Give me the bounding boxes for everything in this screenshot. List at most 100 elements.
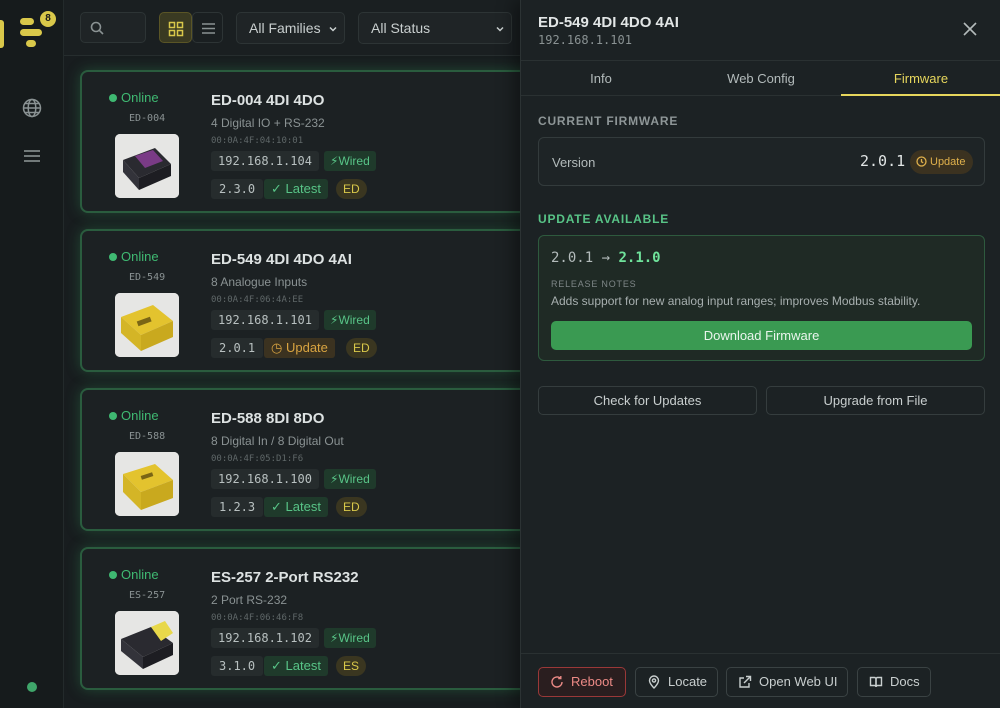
device-mac: 00:0A:4F:05:D1:F6: [211, 454, 304, 464]
panel-ip: 192.168.1.101: [538, 33, 632, 47]
menu-icon[interactable]: [21, 145, 43, 167]
tab-info[interactable]: Info: [521, 61, 681, 96]
device-mac: 00:0A:4F:06:4A:EE: [211, 295, 304, 305]
device-image: [115, 134, 179, 198]
device-ip: 192.168.1.100: [211, 469, 319, 489]
update-available-box: 2.0.1 → 2.1.0 RELEASE NOTES Adds support…: [538, 235, 985, 361]
toolbar: All Families All Status: [64, 0, 520, 56]
device-model: ED-588: [129, 431, 166, 442]
connection-status-dot: [27, 682, 37, 692]
families-select[interactable]: All Families: [236, 12, 345, 44]
firmware-state-badge: ✓ Latest: [264, 656, 328, 676]
connection-badge: ⚡︎Wired: [324, 151, 376, 171]
device-ip: 192.168.1.101: [211, 310, 319, 330]
check-icon: ✓: [271, 181, 286, 196]
firmware-state-badge: ◷ Update: [264, 338, 335, 358]
current-firmware-heading: CURRENT FIRMWARE: [538, 114, 679, 128]
locate-button[interactable]: Locate: [635, 667, 718, 697]
download-firmware-button[interactable]: Download Firmware: [551, 321, 972, 350]
upgrade-from-file-button[interactable]: Upgrade from File: [766, 386, 985, 415]
status-select[interactable]: All Status: [358, 12, 512, 44]
list-icon: [202, 23, 215, 34]
device-description: 8 Digital In / 8 Digital Out: [211, 434, 344, 448]
check-for-updates-button[interactable]: Check for Updates: [538, 386, 757, 415]
device-name: ED-588 8DI 8DO: [211, 410, 325, 427]
left-rail: 8: [0, 0, 64, 708]
grid-view-button[interactable]: [159, 12, 192, 43]
device-card[interactable]: Online ED-549 ED-549 4DI 4DO 4AI 8 Analo…: [80, 229, 520, 372]
device-description: 2 Port RS-232: [211, 593, 288, 607]
device-image: [115, 452, 179, 516]
check-icon: ✓: [271, 658, 286, 673]
docs-button[interactable]: Docs: [857, 667, 931, 697]
check-icon: ✓: [271, 499, 286, 514]
close-icon[interactable]: [961, 20, 979, 38]
current-firmware-box: Version 2.0.1 Update: [538, 137, 985, 186]
device-ip: 192.168.1.104: [211, 151, 319, 171]
chevron-down-icon: [496, 26, 504, 32]
family-badge: ED: [346, 338, 377, 358]
firmware-version: 2.3.0: [211, 179, 264, 199]
device-name: ED-004 4DI 4DO: [211, 92, 325, 109]
device-model: ED-004: [129, 113, 166, 124]
version-change: 2.0.1 → 2.1.0: [551, 250, 661, 266]
device-mac: 00:0A:4F:06:46:F8: [211, 613, 304, 623]
device-model: ES-257: [129, 590, 166, 601]
firmware-state-badge: ✓ Latest: [264, 179, 328, 199]
pin-icon: [648, 675, 660, 689]
status-indicator: Online: [109, 249, 159, 264]
device-card[interactable]: Online ED-588 ED-588 8DI 8DO 8 Digital I…: [80, 388, 520, 531]
device-image: [115, 611, 179, 675]
device-card[interactable]: Online ES-257 ES-257 2-Port RS232 2 Port…: [80, 547, 520, 690]
release-notes-heading: RELEASE NOTES: [551, 279, 637, 289]
clock-icon: [916, 156, 927, 167]
globe-icon[interactable]: [21, 97, 43, 119]
clock-icon: ◷: [271, 340, 286, 355]
connection-badge: ⚡︎Wired: [324, 310, 376, 330]
family-badge: ES: [336, 656, 367, 676]
external-link-icon: [739, 675, 752, 688]
families-select-value: All Families: [249, 20, 321, 36]
open-web-ui-button[interactable]: Open Web UI: [726, 667, 848, 697]
device-ip: 192.168.1.102: [211, 628, 319, 648]
search-icon: [90, 21, 104, 35]
device-card[interactable]: Online ED-004 ED-004 4DI 4DO 4 Digital I…: [80, 70, 520, 213]
reboot-button[interactable]: Reboot: [538, 667, 626, 697]
device-list: Online ED-004 ED-004 4DI 4DO 4 Digital I…: [64, 56, 520, 708]
connection-badge: ⚡︎Wired: [324, 469, 376, 489]
family-badge: ED: [336, 179, 367, 199]
book-icon: [869, 676, 883, 688]
firmware-version: 3.1.0: [211, 656, 264, 676]
release-notes-text: Adds support for new analog input ranges…: [551, 294, 921, 308]
panel-tabs: Info Web Config Firmware: [521, 60, 1000, 96]
search-input[interactable]: [80, 12, 146, 43]
device-detail-panel: ED-549 4DI 4DO 4AI 192.168.1.101 Info We…: [520, 0, 1000, 708]
rail-active-indicator: [0, 20, 4, 48]
version-value: 2.0.1: [860, 152, 906, 170]
update-pill: Update: [910, 150, 974, 174]
device-name: ES-257 2-Port RS232: [211, 569, 359, 586]
device-description: 8 Analogue Inputs: [211, 275, 308, 289]
device-image: [115, 293, 179, 357]
device-description: 4 Digital IO + RS-232: [211, 116, 325, 130]
tab-firmware[interactable]: Firmware: [841, 61, 1000, 96]
device-name: ED-549 4DI 4DO 4AI: [211, 251, 352, 268]
status-indicator: Online: [109, 408, 159, 423]
panel-footer: Reboot Locate Open Web UI Docs: [521, 653, 1000, 708]
tab-web-config[interactable]: Web Config: [681, 61, 841, 96]
connection-badge: ⚡︎Wired: [324, 628, 376, 648]
firmware-state-badge: ✓ Latest: [264, 497, 328, 517]
grid-icon: [168, 21, 184, 37]
update-available-heading: UPDATE AVAILABLE: [538, 212, 670, 226]
device-mac: 00:0A:4F:04:10:01: [211, 136, 304, 146]
status-indicator: Online: [109, 90, 159, 105]
version-label: Version: [552, 155, 596, 170]
chevron-down-icon: [329, 26, 337, 32]
status-indicator: Online: [109, 567, 159, 582]
firmware-version: 2.0.1: [211, 338, 264, 358]
firmware-version: 1.2.3: [211, 497, 264, 517]
family-badge: ED: [336, 497, 367, 517]
status-select-value: All Status: [371, 20, 431, 36]
panel-title: ED-549 4DI 4DO 4AI: [538, 14, 679, 31]
list-view-button[interactable]: [192, 12, 223, 43]
